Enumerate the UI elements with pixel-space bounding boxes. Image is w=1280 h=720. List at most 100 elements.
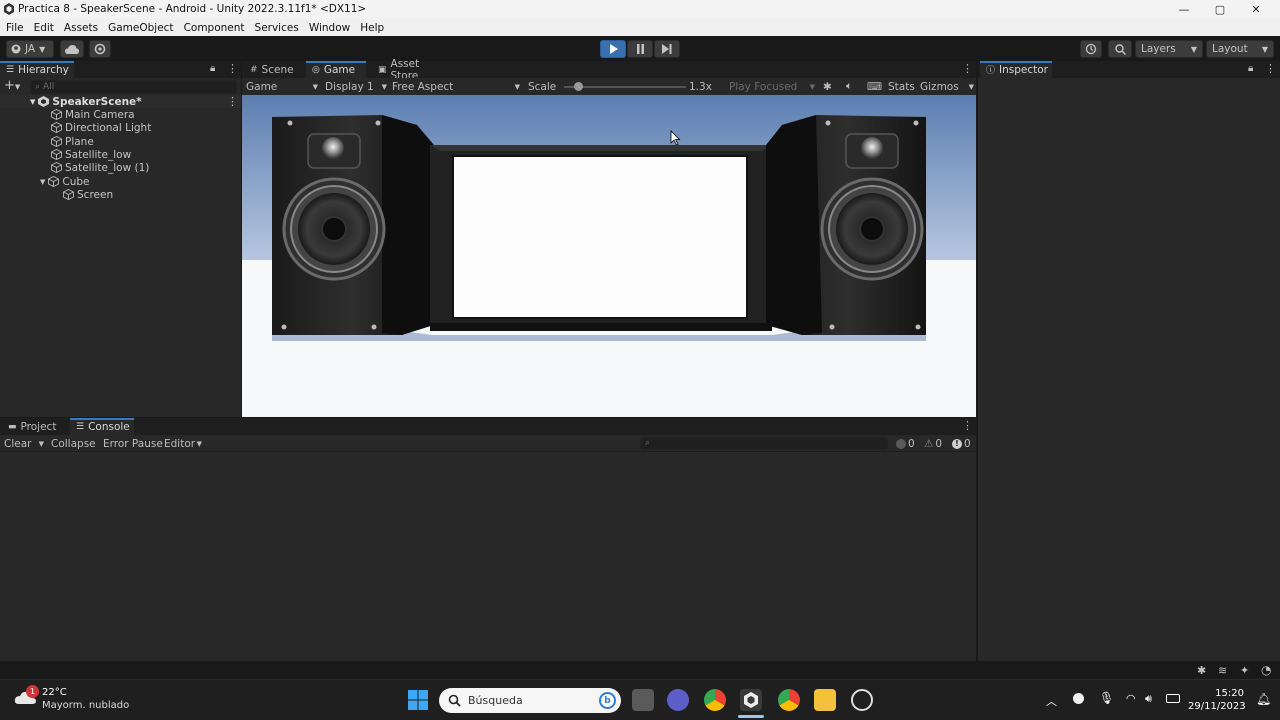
menu-file[interactable]: File xyxy=(6,22,24,34)
cloud-icon xyxy=(65,44,79,54)
file-explorer-icon[interactable] xyxy=(814,689,836,711)
bug-report-icon[interactable]: ✱ xyxy=(1197,664,1206,677)
kebab-menu-icon[interactable]: ⋮ xyxy=(962,62,973,75)
clock-date[interactable]: 29/11/2023 xyxy=(1188,701,1246,712)
menu-services[interactable]: Services xyxy=(255,22,299,34)
hierarchy-item[interactable]: ▼ Cube xyxy=(40,175,90,188)
layout-dropdown[interactable]: Layout ▼ xyxy=(1206,40,1274,58)
wifi-icon[interactable]: ◠ xyxy=(1126,692,1136,705)
microphone-icon[interactable]: 🎙︎ xyxy=(1099,691,1114,705)
kebab-menu-icon[interactable]: ⋮ xyxy=(227,62,238,75)
tab-scene[interactable]: # Scene xyxy=(244,61,302,78)
tab-project[interactable]: ▬ Project xyxy=(2,418,66,435)
add-object-button[interactable]: +▼ xyxy=(4,79,20,92)
gamepad-icon: ◎ xyxy=(312,64,320,75)
scene-menu-icon[interactable]: ⋮ xyxy=(227,95,238,108)
chrome-icon[interactable] xyxy=(704,689,726,711)
github-desktop-icon[interactable] xyxy=(851,689,873,711)
main-toolbar: JA ▼ Layers ▼ Layout ▼ xyxy=(0,36,1280,61)
game-mode-dropdown[interactable]: Game ▼ xyxy=(246,78,318,95)
hierarchy-item[interactable]: Satellite_low xyxy=(51,148,131,161)
minimize-button[interactable]: — xyxy=(1166,0,1202,19)
hierarchy-item[interactable]: Screen xyxy=(63,188,113,201)
cloud-button[interactable] xyxy=(60,40,84,58)
menu-help[interactable]: Help xyxy=(360,22,384,34)
speaker-icon[interactable]: 🔊︎ xyxy=(1145,692,1152,706)
taskbar-search-box[interactable]: Búsqueda b xyxy=(439,688,621,713)
error-pause-toggle[interactable]: Error Pause xyxy=(103,435,163,452)
maximize-button[interactable]: ▢ xyxy=(1202,0,1238,19)
menu-assets[interactable]: Assets xyxy=(64,22,98,34)
play-button[interactable] xyxy=(600,40,626,58)
kebab-menu-icon[interactable]: ⋮ xyxy=(1265,62,1276,75)
notification-badge: 1 xyxy=(26,685,39,698)
game-viewport[interactable] xyxy=(242,95,976,417)
show-hidden-icons-chevron[interactable]: ︿ xyxy=(1046,693,1057,709)
unity-taskbar-icon[interactable] xyxy=(740,689,762,711)
menu-window[interactable]: Window xyxy=(309,22,350,34)
console-icon: ☰ xyxy=(76,421,85,432)
step-button[interactable] xyxy=(654,40,680,58)
lock-icon[interactable]: 🔒︎ xyxy=(1248,63,1253,74)
stats-button[interactable]: Stats xyxy=(888,78,915,95)
mute-audio-icon[interactable]: 🔈︎ xyxy=(846,78,852,95)
taskbar-search-placeholder: Búsqueda xyxy=(468,694,523,707)
bing-icon[interactable]: b xyxy=(599,692,616,709)
error-count-toggle[interactable]: ! 0 xyxy=(952,435,971,452)
tab-console[interactable]: ☰ Console xyxy=(70,418,134,435)
menu-component[interactable]: Component xyxy=(184,22,245,34)
chrome-profile-icon[interactable] xyxy=(778,689,800,711)
gizmos-dropdown[interactable]: Gizmos ▼ xyxy=(920,78,974,95)
step-icon xyxy=(662,44,672,54)
hierarchy-item[interactable]: Main Camera xyxy=(51,108,135,121)
console-search-input[interactable]: ⌕ xyxy=(640,437,888,450)
task-view-icon[interactable] xyxy=(632,689,654,711)
lock-icon[interactable]: 🔒︎ xyxy=(210,63,215,74)
bug-icon[interactable]: ✱ xyxy=(823,78,832,95)
hierarchy-item[interactable]: Satellite_low (1) xyxy=(51,161,149,174)
clock-time[interactable]: 15:20 xyxy=(1204,688,1244,699)
battery-icon[interactable] xyxy=(1166,694,1180,703)
collab-button[interactable] xyxy=(89,40,111,58)
hierarchy-search-input[interactable]: ⌕ All xyxy=(30,80,237,94)
tray-app-icon[interactable] xyxy=(1073,693,1084,704)
weather-widget[interactable]: 1 xyxy=(14,685,39,708)
chat-icon[interactable] xyxy=(667,689,689,711)
close-window-button[interactable]: ✕ xyxy=(1238,0,1274,19)
tab-inspector[interactable]: ⓘ Inspector xyxy=(980,61,1052,78)
play-focused-dropdown[interactable]: Play Focused ▼ xyxy=(729,78,815,95)
spinner-icon[interactable]: ◔ xyxy=(1261,663,1271,677)
tab-project-label: Project xyxy=(20,420,57,433)
pause-button[interactable] xyxy=(627,40,653,58)
tab-hierarchy[interactable]: ☰ Hierarchy xyxy=(0,61,74,78)
menu-edit[interactable]: Edit xyxy=(34,22,54,34)
game-toolbar: Game ▼ Display 1 ▼ Free Aspect ▼ Scale 1.3x… xyxy=(242,78,976,95)
clear-dropdown[interactable]: Clear ▼ xyxy=(4,435,44,452)
menu-gameobject[interactable]: GameObject xyxy=(108,22,173,34)
keyboard-icon[interactable]: ⌨ xyxy=(867,78,882,95)
hierarchy-item-label: Screen xyxy=(77,188,114,201)
layers-dropdown[interactable]: Layers ▼ xyxy=(1135,40,1203,58)
scene-root-row[interactable]: ▼ SpeakerScene* xyxy=(30,95,142,108)
tab-game[interactable]: ◎ Game xyxy=(306,61,366,78)
scale-slider-thumb[interactable] xyxy=(574,82,583,91)
search-button[interactable] xyxy=(1108,40,1132,58)
network-status-icon[interactable]: ✦ xyxy=(1240,664,1249,677)
editor-dropdown[interactable]: Editor ▼ xyxy=(164,435,202,452)
tab-asset-store[interactable]: ▣ Asset Store xyxy=(372,58,452,82)
collapse-toggle[interactable]: Collapse xyxy=(51,435,96,452)
aspect-dropdown[interactable]: Free Aspect ▼ xyxy=(392,78,520,95)
display-dropdown[interactable]: Display 1 ▼ xyxy=(325,78,387,95)
account-dropdown[interactable]: JA ▼ xyxy=(6,40,54,58)
warning-count-toggle[interactable]: ⚠ 0 xyxy=(924,435,942,452)
notifications-bell-icon[interactable]: 🔔︎ xyxy=(1256,692,1271,706)
hierarchy-item[interactable]: Directional Light xyxy=(51,121,151,134)
kebab-menu-icon[interactable]: ⋮ xyxy=(962,419,973,432)
search-icon xyxy=(448,694,461,707)
undo-history-button[interactable] xyxy=(1080,40,1102,58)
layers-status-icon[interactable]: ≋ xyxy=(1218,664,1227,677)
log-count-toggle[interactable]: 0 xyxy=(896,435,915,452)
log-count: 0 xyxy=(908,437,915,450)
windows-start-button[interactable] xyxy=(407,689,429,711)
hierarchy-item[interactable]: Plane xyxy=(51,135,94,148)
